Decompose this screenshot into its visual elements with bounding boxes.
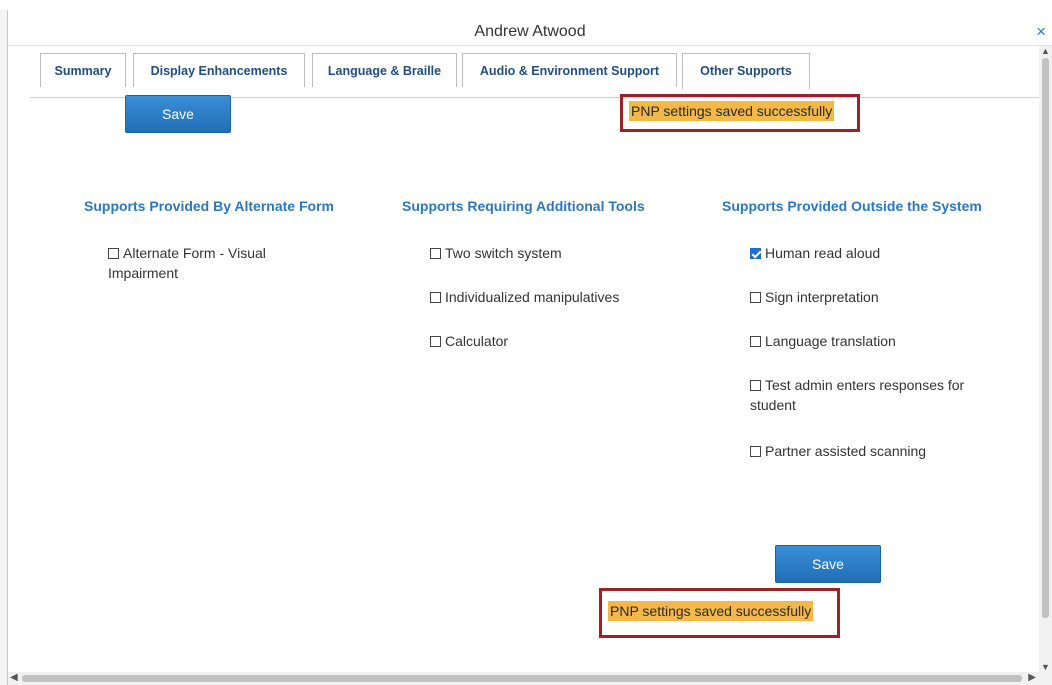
option-sign-interpretation[interactable]: Sign interpretation <box>750 287 879 307</box>
heading-alternate-form: Supports Provided By Alternate Form <box>84 198 334 214</box>
tab-display-enhancements[interactable]: Display Enhancements <box>133 53 305 87</box>
tab-other-supports[interactable]: Other Supports <box>682 53 810 89</box>
saved-status-top: PNP settings saved successfully <box>620 94 860 132</box>
scroll-down-icon[interactable]: ▼ <box>1041 662 1050 672</box>
option-language-translation[interactable]: Language translation <box>750 331 896 351</box>
tab-bar: Summary Display Enhancements Language & … <box>30 52 1042 98</box>
checkbox-checked[interactable] <box>750 248 761 259</box>
close-icon[interactable]: × <box>1036 23 1046 41</box>
scroll-right-icon[interactable]: ▶ <box>1028 672 1036 683</box>
saved-message: PNP settings saved successfully <box>629 101 835 121</box>
option-test-admin-enters-responses[interactable]: Test admin enters responses for student <box>750 375 1012 415</box>
saved-status-bottom: PNP settings saved successfully <box>599 588 840 638</box>
option-label: Sign interpretation <box>765 289 879 305</box>
checkbox[interactable] <box>108 248 119 259</box>
tab-language-braille[interactable]: Language & Braille <box>312 53 457 87</box>
background-page-strip <box>0 0 1052 10</box>
option-alternate-form-visual-impairment[interactable]: Alternate Form - Visual Impairment <box>108 243 328 283</box>
background-page-edge <box>0 10 8 685</box>
save-button-label: Save <box>162 106 194 122</box>
tab-audio-environment-support[interactable]: Audio & Environment Support <box>462 53 677 87</box>
checkbox[interactable] <box>750 446 761 457</box>
option-label: Individualized manipulatives <box>445 289 620 305</box>
option-label: Test admin enters responses for student <box>750 377 965 413</box>
save-button-top[interactable]: Save <box>125 95 231 133</box>
save-button-bottom[interactable]: Save <box>775 545 881 583</box>
option-label: Partner assisted scanning <box>765 443 927 459</box>
heading-additional-tools: Supports Requiring Additional Tools <box>402 198 645 214</box>
option-two-switch-system[interactable]: Two switch system <box>430 243 562 263</box>
pnp-dialog: Andrew Atwood × Summary Display Enhancem… <box>8 10 1052 685</box>
saved-message: PNP settings saved successfully <box>608 601 814 621</box>
option-label: Calculator <box>445 333 509 349</box>
option-label: Human read aloud <box>765 245 881 261</box>
dialog-titlebar: Andrew Atwood × <box>8 10 1052 46</box>
checkbox[interactable] <box>750 380 761 391</box>
checkbox[interactable] <box>430 248 441 259</box>
horizontal-scrollbar[interactable]: ◀ ▶ <box>8 672 1052 685</box>
option-human-read-aloud[interactable]: Human read aloud <box>750 243 880 263</box>
scroll-up-icon[interactable]: ▲ <box>1041 46 1050 56</box>
option-calculator[interactable]: Calculator <box>430 331 508 351</box>
checkbox[interactable] <box>430 292 441 303</box>
checkbox[interactable] <box>750 336 761 347</box>
option-label: Language translation <box>765 333 896 349</box>
scroll-left-icon[interactable]: ◀ <box>10 672 18 683</box>
vertical-scrollbar[interactable]: ▲ ▼ <box>1039 46 1052 672</box>
heading-outside-system: Supports Provided Outside the System <box>722 198 982 214</box>
tab-summary[interactable]: Summary <box>40 53 126 87</box>
option-label: Alternate Form - Visual Impairment <box>108 245 266 281</box>
option-individualized-manipulatives[interactable]: Individualized manipulatives <box>430 287 619 307</box>
save-button-label: Save <box>812 556 844 572</box>
checkbox[interactable] <box>750 292 761 303</box>
option-partner-assisted-scanning[interactable]: Partner assisted scanning <box>750 441 926 461</box>
checkbox[interactable] <box>430 336 441 347</box>
vertical-scroll-thumb[interactable] <box>1042 58 1049 618</box>
dialog-title: Andrew Atwood <box>474 23 586 40</box>
option-label: Two switch system <box>445 245 562 261</box>
horizontal-scroll-thumb[interactable] <box>22 675 1022 682</box>
